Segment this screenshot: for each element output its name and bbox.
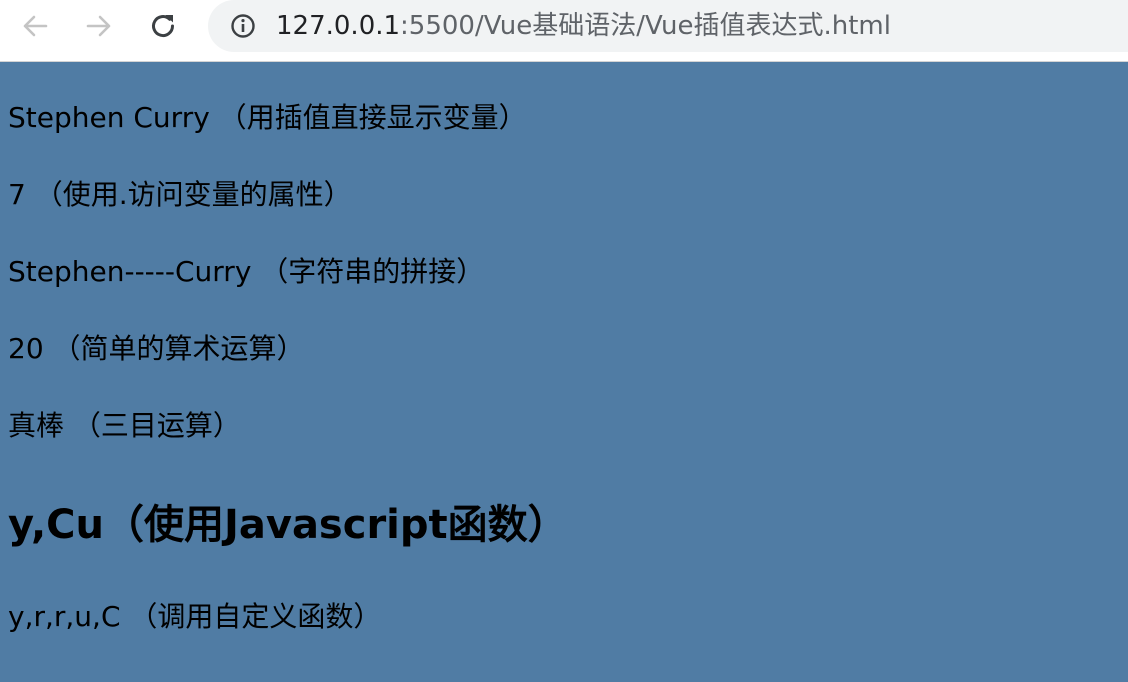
text-line-custom-function: y,r,r,u,C （调用自定义函数）	[8, 600, 382, 633]
reload-button[interactable]	[143, 8, 183, 44]
url-host: 127.0.0.1	[276, 11, 401, 41]
url-port: :5500	[400, 11, 475, 41]
info-icon[interactable]	[230, 13, 256, 39]
back-button[interactable]	[15, 8, 55, 44]
arrow-left-icon	[23, 15, 48, 37]
text-line-variable: Stephen Curry （用插值直接显示变量）	[8, 101, 527, 134]
forward-button[interactable]	[79, 8, 119, 44]
arrow-right-icon	[86, 15, 111, 37]
url-path: /Vue基础语法/Vue插值表达式.html	[474, 11, 891, 41]
browser-toolbar: 127.0.0.1:5500/Vue基础语法/Vue插值表达式.html	[0, 0, 1128, 62]
reload-icon	[152, 15, 175, 38]
text-line-ternary: 真棒 （三目运算）	[8, 409, 241, 442]
url-text[interactable]: 127.0.0.1:5500/Vue基础语法/Vue插值表达式.html	[276, 10, 891, 42]
heading-js-function: y,Cu（使用Javascript函数）	[8, 502, 568, 548]
text-line-concatenation: Stephen-----Curry （字符串的拼接）	[8, 255, 485, 288]
page-content: Stephen Curry （用插值直接显示变量） 7 （使用.访问变量的属性）…	[0, 63, 1128, 682]
address-bar[interactable]: 127.0.0.1:5500/Vue基础语法/Vue插值表达式.html	[208, 0, 1128, 52]
text-line-property: 7 （使用.访问变量的属性）	[8, 178, 352, 211]
text-line-arithmetic: 20 （简单的算术运算）	[8, 332, 305, 365]
